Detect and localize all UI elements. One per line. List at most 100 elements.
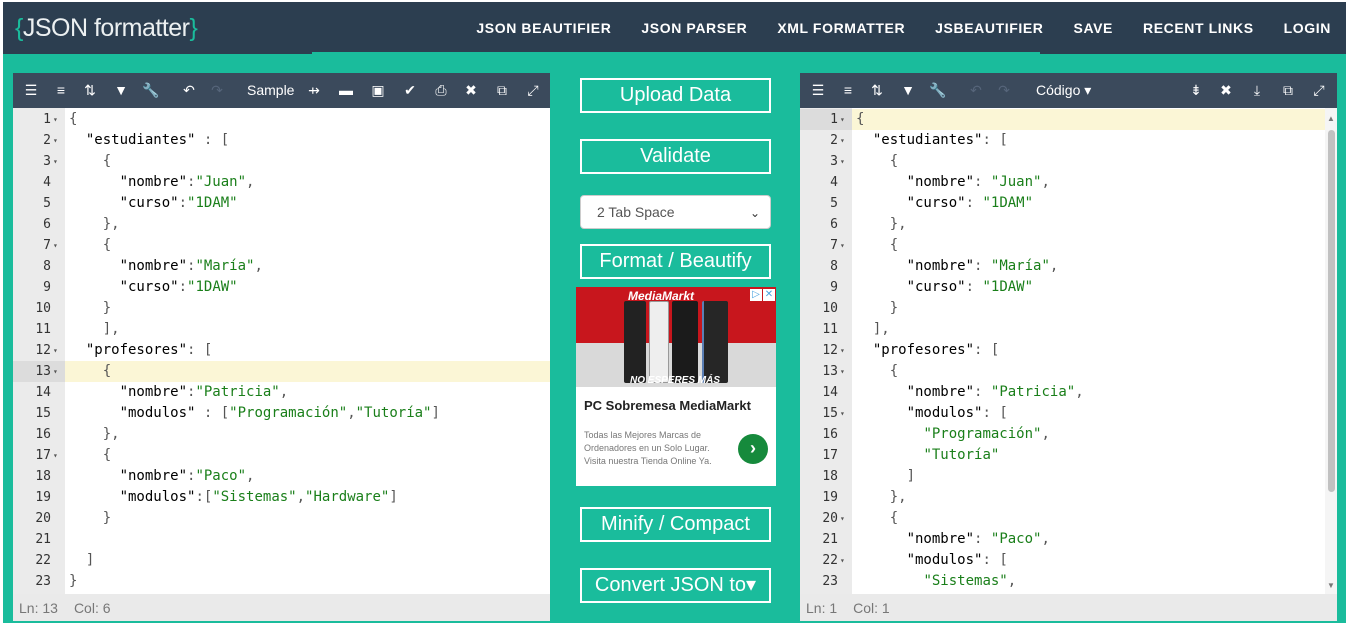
print-icon[interactable]: ⎙ (431, 80, 451, 100)
line-number-value: 16 (822, 427, 838, 442)
code-line: }, (102, 216, 120, 232)
nav-json-parser[interactable]: JSON PARSER (626, 2, 762, 54)
fold-toggle-icon[interactable]: ▾ (838, 508, 848, 529)
code-line: "curso": "1DAM" (906, 195, 1034, 211)
redo-icon[interactable]: ↷ (207, 80, 227, 100)
code-line: "Sistemas", (923, 573, 1017, 589)
nav-json-beautifier[interactable]: JSON BEAUTIFIER (461, 2, 626, 54)
output-editor: ☰ ≡ ⇅ ▼ 🔧 ↶ ↷ Código ▾ ⇟ ✖ ⤓ ⧉ ⤢ 1 ▾ 2 ▾ 3 ▾ 4… (800, 73, 1337, 621)
ad-title: PC Sobremesa MediaMarkt (584, 398, 751, 413)
code-line: "modulos": [ (906, 405, 1008, 421)
redo-icon[interactable]: ↷ (994, 80, 1014, 100)
upload-data-button[interactable]: Upload Data (580, 78, 771, 113)
input-code-area[interactable]: { "estudiantes" : [ { "nombre":"Juan", "… (65, 108, 550, 594)
nav-xml-formatter[interactable]: XML FORMATTER (762, 2, 920, 54)
line-number-value: 19 (35, 490, 51, 505)
code-line: ], (872, 321, 890, 337)
ad-info-icon[interactable]: ▷ (750, 289, 762, 301)
line-number: 20 ▾ (800, 508, 852, 529)
line-number: 17 (800, 445, 852, 466)
fold-toggle-icon[interactable]: ▾ (838, 403, 848, 424)
format-icon[interactable]: ☰ (21, 80, 41, 100)
repair-icon[interactable]: 🔧 (928, 80, 948, 100)
line-number: 13 ▾ (13, 361, 65, 382)
input-status-bar: Ln: 13 Col: 6 (13, 594, 550, 621)
nav-underline (312, 52, 1040, 54)
sort-icon[interactable]: ⇅ (80, 80, 100, 100)
fold-toggle-icon[interactable]: ▾ (51, 340, 61, 361)
line-number: 10 (800, 298, 852, 319)
compact-icon[interactable]: ≡ (838, 80, 858, 100)
clear-icon[interactable]: ✖ (461, 80, 481, 100)
fold-toggle-icon[interactable]: ▾ (51, 445, 61, 466)
ad-arrow-icon[interactable]: › (738, 434, 768, 464)
fold-toggle-icon[interactable]: ▾ (51, 361, 61, 382)
undo-icon[interactable]: ↶ (179, 80, 199, 100)
fold-toggle-icon[interactable]: ▾ (51, 130, 61, 151)
nav-login[interactable]: LOGIN (1269, 2, 1346, 54)
output-code-area[interactable]: { "estudiantes": [ { "nombre": "Juan", "… (852, 108, 1325, 594)
line-number-value: 11 (822, 322, 838, 337)
format-beautify-button[interactable]: Format / Beautify (580, 244, 771, 279)
fold-toggle-icon[interactable]: ▾ (51, 235, 61, 256)
output-scrollbar[interactable]: ▲ ▼ (1325, 108, 1337, 594)
validate-button[interactable]: Validate (580, 139, 771, 174)
filter-icon[interactable]: ▼ (898, 80, 918, 100)
nav-save[interactable]: SAVE (1059, 2, 1129, 54)
fold-toggle-icon[interactable]: ▾ (838, 235, 848, 256)
line-number: 23 (13, 571, 65, 592)
code-line: { (889, 153, 899, 169)
copy-icon[interactable]: ⧉ (1278, 80, 1298, 100)
code-line: "curso":"1DAM" (119, 195, 238, 211)
line-number-value: 23 (822, 574, 838, 589)
fold-toggle-icon[interactable]: ▾ (838, 550, 848, 571)
format-icon[interactable]: ☰ (808, 80, 828, 100)
sort-icon[interactable]: ⇅ (867, 80, 887, 100)
fullscreen-icon[interactable]: ⤢ (1309, 80, 1329, 100)
advertisement[interactable]: MediaMarkt NO ESPERES MÁS ▷ ✕ PC Sobreme… (576, 287, 776, 486)
minify-compact-button[interactable]: Minify / Compact (580, 507, 771, 542)
arrow-icon[interactable]: ⇟ (1186, 80, 1206, 100)
undo-icon[interactable]: ↶ (966, 80, 986, 100)
fullscreen-icon[interactable]: ⤢ (523, 80, 543, 100)
fold-toggle-icon[interactable]: ▾ (838, 109, 848, 130)
copy-icon[interactable]: ⧉ (492, 80, 512, 100)
ad-close-icon[interactable]: ✕ (763, 289, 775, 301)
nav-recent-links[interactable]: RECENT LINKS (1128, 2, 1269, 54)
fold-toggle-icon[interactable]: ▾ (838, 130, 848, 151)
fold-toggle-icon[interactable]: ▾ (51, 109, 61, 130)
nav-jsbeautifier[interactable]: JSBEAUTIFIER (920, 2, 1058, 54)
clear-icon[interactable]: ✖ (1216, 80, 1236, 100)
line-number-value: 7 (830, 238, 838, 253)
scroll-down-icon[interactable]: ▼ (1327, 581, 1335, 590)
check-icon[interactable]: ✔ (400, 80, 420, 100)
convert-json-button[interactable]: Convert JSON to▾ (580, 568, 771, 603)
line-number: 8 (13, 256, 65, 277)
line-number: 18 (800, 466, 852, 487)
repair-icon[interactable]: 🔧 (141, 80, 161, 100)
mode-menu[interactable]: Código ▾ (1036, 82, 1091, 99)
filter-icon[interactable]: ▼ (111, 80, 131, 100)
scroll-up-icon[interactable]: ▲ (1327, 114, 1335, 123)
compact-icon[interactable]: ≡ (51, 80, 71, 100)
tab-space-select[interactable]: 2 Tab Space ⌄ (580, 195, 771, 229)
fold-toggle-icon[interactable]: ▾ (51, 151, 61, 172)
fold-toggle-icon[interactable]: ▾ (838, 361, 848, 382)
pc-tower (672, 301, 698, 383)
line-number-value: 2 (830, 133, 838, 148)
code-line: "nombre":"Patricia", (119, 384, 289, 400)
line-number: 11 (800, 319, 852, 340)
line-number-value: 4 (830, 175, 838, 190)
line-number: 10 (13, 298, 65, 319)
fold-toggle-icon[interactable]: ▾ (838, 340, 848, 361)
open-folder-icon[interactable]: ▬ (336, 80, 356, 100)
brand-logo[interactable]: {JSON formatter} (15, 14, 198, 43)
usb-icon[interactable]: ⇸ (304, 80, 324, 100)
sample-menu[interactable]: Sample (247, 82, 294, 98)
scroll-thumb[interactable] (1328, 130, 1335, 492)
download-icon[interactable]: ⤓ (1247, 80, 1267, 100)
fold-toggle-icon[interactable]: ▾ (838, 151, 848, 172)
cursor-line: Ln: 13 (19, 600, 58, 616)
brand-brace-close: } (189, 14, 198, 42)
save-icon[interactable]: ▣ (368, 80, 388, 100)
